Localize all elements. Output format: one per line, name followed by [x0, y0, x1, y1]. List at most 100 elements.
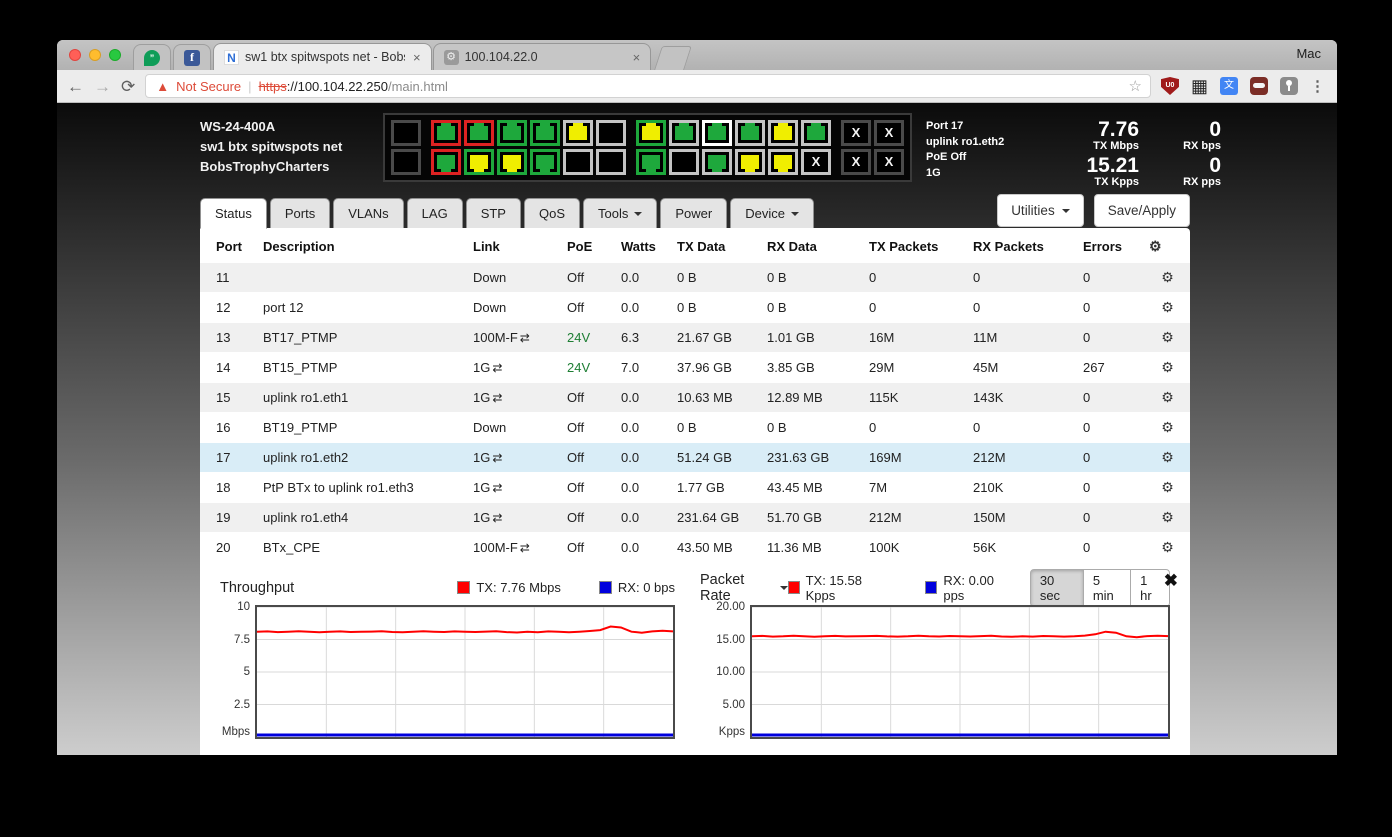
table-row-port-13[interactable]: 13 BT17_PTMP 100M-F ⇄ 24V 6.3 21.67 GB 1.01 GB 1… — [200, 322, 1190, 353]
zoom-window-button[interactable] — [109, 49, 121, 61]
new-tab-button[interactable] — [654, 46, 693, 70]
port-2[interactable] — [431, 149, 461, 175]
utilities-label: Utilities — [1011, 203, 1055, 218]
save-apply-button[interactable]: Save/Apply — [1093, 194, 1190, 227]
close-tab-icon[interactable]: × — [411, 50, 423, 65]
port-8[interactable] — [530, 149, 560, 175]
port-6[interactable] — [497, 149, 527, 175]
chrome-menu-icon[interactable]: ⋮ — [1310, 77, 1325, 95]
table-row-port-16[interactable]: 16 BT19_PTMP Down Off 0.0 0 B0 B 0 0 0 ⚙ — [200, 412, 1190, 443]
port-7[interactable] — [530, 120, 560, 146]
tab-lag[interactable]: LAG — [406, 198, 463, 229]
row-settings-gear-icon[interactable]: ⚙ — [1161, 509, 1174, 525]
mask-extension-icon[interactable] — [1250, 77, 1268, 95]
table-row-port-11[interactable]: 11 Down Off 0.0 0 B0 B 0 0 0 ⚙ — [200, 263, 1190, 293]
cell-rx-data: 1.01 GB — [757, 322, 859, 353]
port-16[interactable] — [669, 149, 699, 175]
close-tab-icon[interactable]: × — [631, 50, 643, 65]
chart-packet-rate: Packet Rate TX: 15.58 Kpps RX: 0.00 pps 30 … — [700, 568, 1170, 739]
browser-tab-subnet[interactable]: ⚙ 100.104.22.0 × — [432, 43, 652, 70]
minimize-window-button[interactable] — [89, 49, 101, 61]
address-bar[interactable]: ▲ Not Secure | https://100.104.22.250/ma… — [145, 74, 1151, 98]
tab-tools[interactable]: Tools — [583, 198, 658, 229]
column-settings-gear-icon[interactable]: ⚙ — [1149, 232, 1190, 263]
port-22[interactable] — [768, 149, 798, 175]
pinned-tab-hangouts[interactable]: ” — [133, 44, 171, 70]
port-sfp-2[interactable]: X — [841, 149, 871, 175]
row-settings-gear-icon[interactable]: ⚙ — [1161, 329, 1174, 345]
port-sfp-1[interactable]: X — [841, 120, 871, 146]
translate-extension-icon[interactable]: 文 — [1220, 77, 1238, 95]
duplex-arrows-icon: ⇄ — [492, 361, 503, 375]
port-20[interactable] — [735, 149, 765, 175]
cell-watts: 6.3 — [611, 322, 667, 353]
row-settings-gear-icon[interactable]: ⚙ — [1161, 479, 1174, 495]
row-settings-gear-icon[interactable]: ⚙ — [1161, 389, 1174, 405]
port-24[interactable]: X — [801, 149, 831, 175]
key-extension-icon[interactable] — [1280, 77, 1298, 95]
port-21[interactable] — [768, 120, 798, 146]
ublock-extension-icon[interactable]: U0 — [1160, 77, 1179, 95]
column-header-description: Description — [263, 239, 335, 254]
port-3[interactable] — [464, 120, 494, 146]
bookmark-star-icon[interactable]: ☆ — [1129, 77, 1142, 95]
cell-port: 13 — [200, 322, 253, 353]
tab-ports[interactable]: Ports — [269, 198, 331, 229]
tab-vlans[interactable]: VLANs — [333, 198, 404, 229]
tab-qos[interactable]: QoS — [523, 198, 580, 229]
port-9[interactable] — [563, 120, 593, 146]
table-row-port-19[interactable]: 19 uplink ro1.eth4 1G ⇄ Off 0.0 231.64 GB 51.70… — [200, 502, 1190, 533]
tab-label: Status — [215, 206, 252, 221]
table-row-port-20[interactable]: 20 BTx_CPE 100M-F ⇄ Off 0.0 43.50 MB 11.36 MB 10… — [200, 532, 1190, 563]
port-14[interactable] — [636, 149, 666, 175]
close-window-button[interactable] — [69, 49, 81, 61]
table-row-port-17[interactable]: 17 uplink ro1.eth2 1G ⇄ Off 0.0 51.24 GB 231.63… — [200, 442, 1190, 473]
port-23[interactable] — [801, 120, 831, 146]
charts-row: Throughput TX: 7.76 Mbps RX: 0 bps 10 7.5 5 2.… — [220, 568, 1170, 739]
port-13[interactable] — [636, 120, 666, 146]
tab-power[interactable]: Power — [660, 198, 728, 229]
row-settings-gear-icon[interactable]: ⚙ — [1161, 539, 1174, 555]
row-settings-gear-icon[interactable]: ⚙ — [1161, 299, 1174, 315]
browser-tab-netonix[interactable]: N sw1 btx spitwspots net - Bobs × — [213, 43, 432, 70]
row-settings-gear-icon[interactable]: ⚙ — [1161, 449, 1174, 465]
grid-extension-icon[interactable]: ▦ — [1191, 77, 1208, 95]
pinned-tab-facebook[interactable]: f — [173, 44, 211, 70]
close-charts-icon[interactable]: ✖ — [1164, 571, 1178, 591]
table-row-port-14[interactable]: 14 BT15_PTMP 1G ⇄ 24V 7.0 37.96 GB 3.85 GB 29M 45… — [200, 352, 1190, 383]
port-17-selected[interactable] — [702, 120, 732, 146]
reload-icon[interactable]: ⟳ — [121, 78, 135, 95]
port-18[interactable] — [702, 149, 732, 175]
row-settings-gear-icon[interactable]: ⚙ — [1161, 419, 1174, 435]
row-settings-gear-icon[interactable]: ⚙ — [1161, 359, 1174, 375]
security-warning-icon[interactable]: ▲ — [156, 79, 169, 94]
port-12[interactable] — [596, 149, 626, 175]
chart-title[interactable]: Packet Rate — [700, 572, 788, 604]
cell-port: 12 — [200, 292, 253, 323]
port-5[interactable] — [497, 120, 527, 146]
port-11[interactable] — [596, 120, 626, 146]
back-icon[interactable]: ← — [67, 78, 84, 95]
tab-stp[interactable]: STP — [465, 198, 521, 229]
port-1[interactable] — [431, 120, 461, 146]
port-10[interactable] — [563, 149, 593, 175]
forward-icon[interactable]: → — [94, 78, 111, 95]
utilities-button[interactable]: Utilities — [997, 194, 1084, 227]
port-sfp-4[interactable]: X — [874, 149, 904, 175]
rx-rate-label: RX bps — [1183, 140, 1221, 152]
tab-device[interactable]: Device — [730, 198, 814, 229]
tab-status[interactable]: Status — [200, 198, 267, 229]
table-row-port-18[interactable]: 18 PtP BTx to uplink ro1.eth3 1G ⇄ Off 0.0 1.7… — [200, 472, 1190, 503]
table-row-port-15[interactable]: 15 uplink ro1.eth1 1G ⇄ Off 0.0 10.63 MB 12.89 … — [200, 382, 1190, 413]
port-15[interactable] — [669, 120, 699, 146]
table-row-port-12[interactable]: 12 port 12 Down Off 0.0 0 B0 B 0 0 0 ⚙ — [200, 292, 1190, 323]
range-button-5-min[interactable]: 5 min — [1082, 568, 1132, 607]
row-settings-gear-icon[interactable]: ⚙ — [1161, 269, 1174, 285]
column-header-rx-data: RX Data — [767, 239, 817, 254]
device-hostname: sw1 btx spitwspots net — [200, 139, 343, 154]
range-button-30-sec[interactable]: 30 sec — [1029, 568, 1084, 607]
port-4[interactable] — [464, 149, 494, 175]
port-sfp-3[interactable]: X — [874, 120, 904, 146]
port-19[interactable] — [735, 120, 765, 146]
cell-rx-packets: 212M — [963, 442, 1073, 473]
